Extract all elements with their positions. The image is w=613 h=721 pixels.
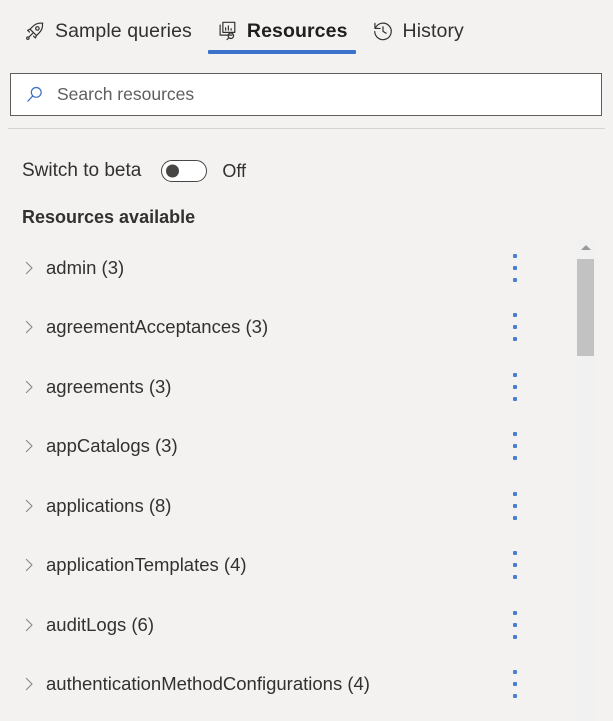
chevron-right-icon[interactable] bbox=[18, 376, 40, 398]
list-item[interactable]: admin (3) bbox=[0, 238, 572, 298]
resource-list: admin (3) agreementAcceptances (3) agree… bbox=[0, 238, 572, 721]
resource-explorer-icon bbox=[216, 20, 238, 42]
row-more-options-button[interactable] bbox=[507, 667, 523, 701]
chevron-right-icon[interactable] bbox=[18, 435, 40, 457]
tab-sample-queries[interactable]: Sample queries bbox=[12, 0, 204, 62]
row-more-options-button[interactable] bbox=[507, 608, 523, 642]
search-icon bbox=[11, 74, 57, 115]
resources-available-heading: Resources available bbox=[22, 207, 195, 228]
switch-to-beta-label: Switch to beta bbox=[22, 160, 141, 182]
toggle-state-label: Off bbox=[222, 161, 246, 182]
row-more-options-button[interactable] bbox=[507, 251, 523, 285]
list-item[interactable]: appCatalogs (3) bbox=[0, 417, 572, 477]
list-item-label: agreementAcceptances (3) bbox=[46, 316, 268, 338]
list-item-label: auditLogs (6) bbox=[46, 614, 154, 636]
tab-history[interactable]: History bbox=[360, 0, 476, 62]
scroll-up-arrow-icon[interactable] bbox=[576, 238, 595, 257]
tab-selected-indicator bbox=[208, 50, 356, 54]
list-item[interactable]: applications (8) bbox=[0, 476, 572, 536]
tab-label: Sample queries bbox=[55, 20, 192, 43]
list-item-label: authenticationMethodConfigurations (4) bbox=[46, 673, 370, 695]
row-more-options-button[interactable] bbox=[507, 489, 523, 523]
list-item-label: applications (8) bbox=[46, 495, 171, 517]
row-more-options-button[interactable] bbox=[507, 370, 523, 404]
list-item[interactable]: agreements (3) bbox=[0, 357, 572, 417]
switch-to-beta-row: Switch to beta Off bbox=[22, 156, 246, 186]
chevron-right-icon[interactable] bbox=[18, 673, 40, 695]
search-divider bbox=[8, 128, 605, 129]
list-item-label: agreements (3) bbox=[46, 376, 171, 398]
scrollbar-thumb[interactable] bbox=[577, 259, 594, 356]
tab-resources[interactable]: Resources bbox=[204, 0, 360, 62]
list-item[interactable]: agreementAcceptances (3) bbox=[0, 298, 572, 358]
tab-label: Resources bbox=[247, 20, 348, 43]
list-item-label: applicationTemplates (4) bbox=[46, 554, 247, 576]
list-item-label: appCatalogs (3) bbox=[46, 435, 178, 457]
chevron-right-icon[interactable] bbox=[18, 554, 40, 576]
tab-label: History bbox=[403, 20, 464, 43]
tab-strip: Sample queries Resources History bbox=[0, 0, 613, 62]
history-clock-icon bbox=[372, 20, 394, 42]
search-box[interactable] bbox=[10, 73, 602, 116]
row-more-options-button[interactable] bbox=[507, 310, 523, 344]
list-item[interactable]: authenticationMethodConfigurations (4) bbox=[0, 655, 572, 715]
rocket-icon bbox=[24, 20, 46, 42]
list-item[interactable]: applicationTemplates (4) bbox=[0, 536, 572, 596]
row-more-options-button[interactable] bbox=[507, 429, 523, 463]
search-input[interactable] bbox=[57, 75, 601, 114]
list-item[interactable]: auditLogs (6) bbox=[0, 595, 572, 655]
chevron-right-icon[interactable] bbox=[18, 495, 40, 517]
chevron-right-icon[interactable] bbox=[18, 614, 40, 636]
toggle-knob bbox=[166, 165, 179, 178]
list-item-label: admin (3) bbox=[46, 257, 124, 279]
switch-to-beta-toggle[interactable] bbox=[161, 160, 207, 182]
resource-list-scrollbar[interactable] bbox=[576, 238, 595, 721]
chevron-right-icon[interactable] bbox=[18, 316, 40, 338]
row-more-options-button[interactable] bbox=[507, 548, 523, 582]
chevron-right-icon[interactable] bbox=[18, 257, 40, 279]
